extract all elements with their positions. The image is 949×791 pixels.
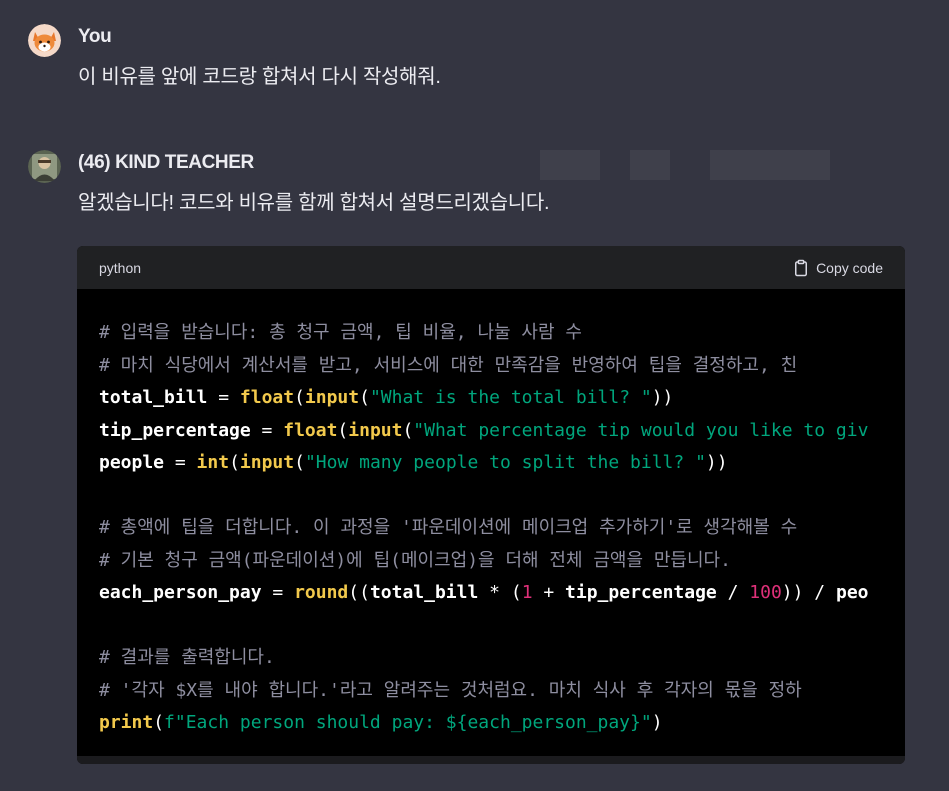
code-horizontal-scrollbar[interactable] (77, 756, 905, 764)
code-line-comment-1: # 입력을 받습니다: 총 청구 금액, 팁 비율, 나눌 사람 수 (99, 322, 582, 343)
assistant-author-name: (46) KIND TEACHER (78, 152, 254, 173)
code-line-comment-2: # 마치 식당에서 계산서를 받고, 서비스에 대한 만족감을 반영하여 팁을 … (99, 354, 798, 376)
code-block-header: python Copy code (77, 246, 905, 289)
assistant-message-text: 알겠습니다! 코드와 비유를 함께 합쳐서 설명드리겠습니다. (78, 192, 550, 214)
fox-avatar-icon (28, 24, 61, 57)
code-line-people: people = int(input("How many people to s… (99, 452, 728, 473)
copy-code-button[interactable]: Copy code (792, 259, 883, 277)
assistant-avatar (28, 150, 61, 183)
code-line-comment-5: # 결과를 출력합니다. (99, 647, 275, 668)
code-line-comment-6: # '각자 $X를 내야 합니다.'라고 알려주는 것처럼요. 마치 식사 후 … (99, 679, 802, 701)
code-line-print: print(f"Each person should pay: ${each_p… (99, 712, 663, 733)
user-message-text: 이 비유를 앞에 코드랑 합쳐서 다시 작성해줘. (78, 66, 441, 88)
user-avatar (28, 24, 61, 57)
teacher-avatar-icon (28, 150, 61, 183)
code-line-comment-4: # 기본 청구 금액(파운데이션)에 팁(메이크업)을 더해 전체 금액을 만듭… (99, 549, 731, 571)
code-block: python Copy code # 입력을 받습니다: 총 청구 금액, 팁 … (77, 246, 905, 764)
clipboard-icon (795, 259, 808, 276)
code-content: # 입력을 받습니다: 총 청구 금액, 팁 비율, 나눌 사람 수 # 마치 … (77, 289, 905, 736)
code-line-each-person-pay: each_person_pay = round((total_bill * (1… (99, 582, 869, 603)
code-line-total-bill: total_bill = float(input("What is the to… (99, 387, 674, 408)
code-line-comment-3: # 총액에 팁을 더합니다. 이 과정을 '파운데이션에 메이크업 추가하기'로… (99, 517, 798, 538)
code-language-label: python (99, 259, 142, 276)
copy-code-label: Copy code (816, 259, 883, 276)
code-line-tip-percentage: tip_percentage = float(input("What perce… (99, 419, 869, 441)
user-author-name: You (78, 26, 112, 47)
